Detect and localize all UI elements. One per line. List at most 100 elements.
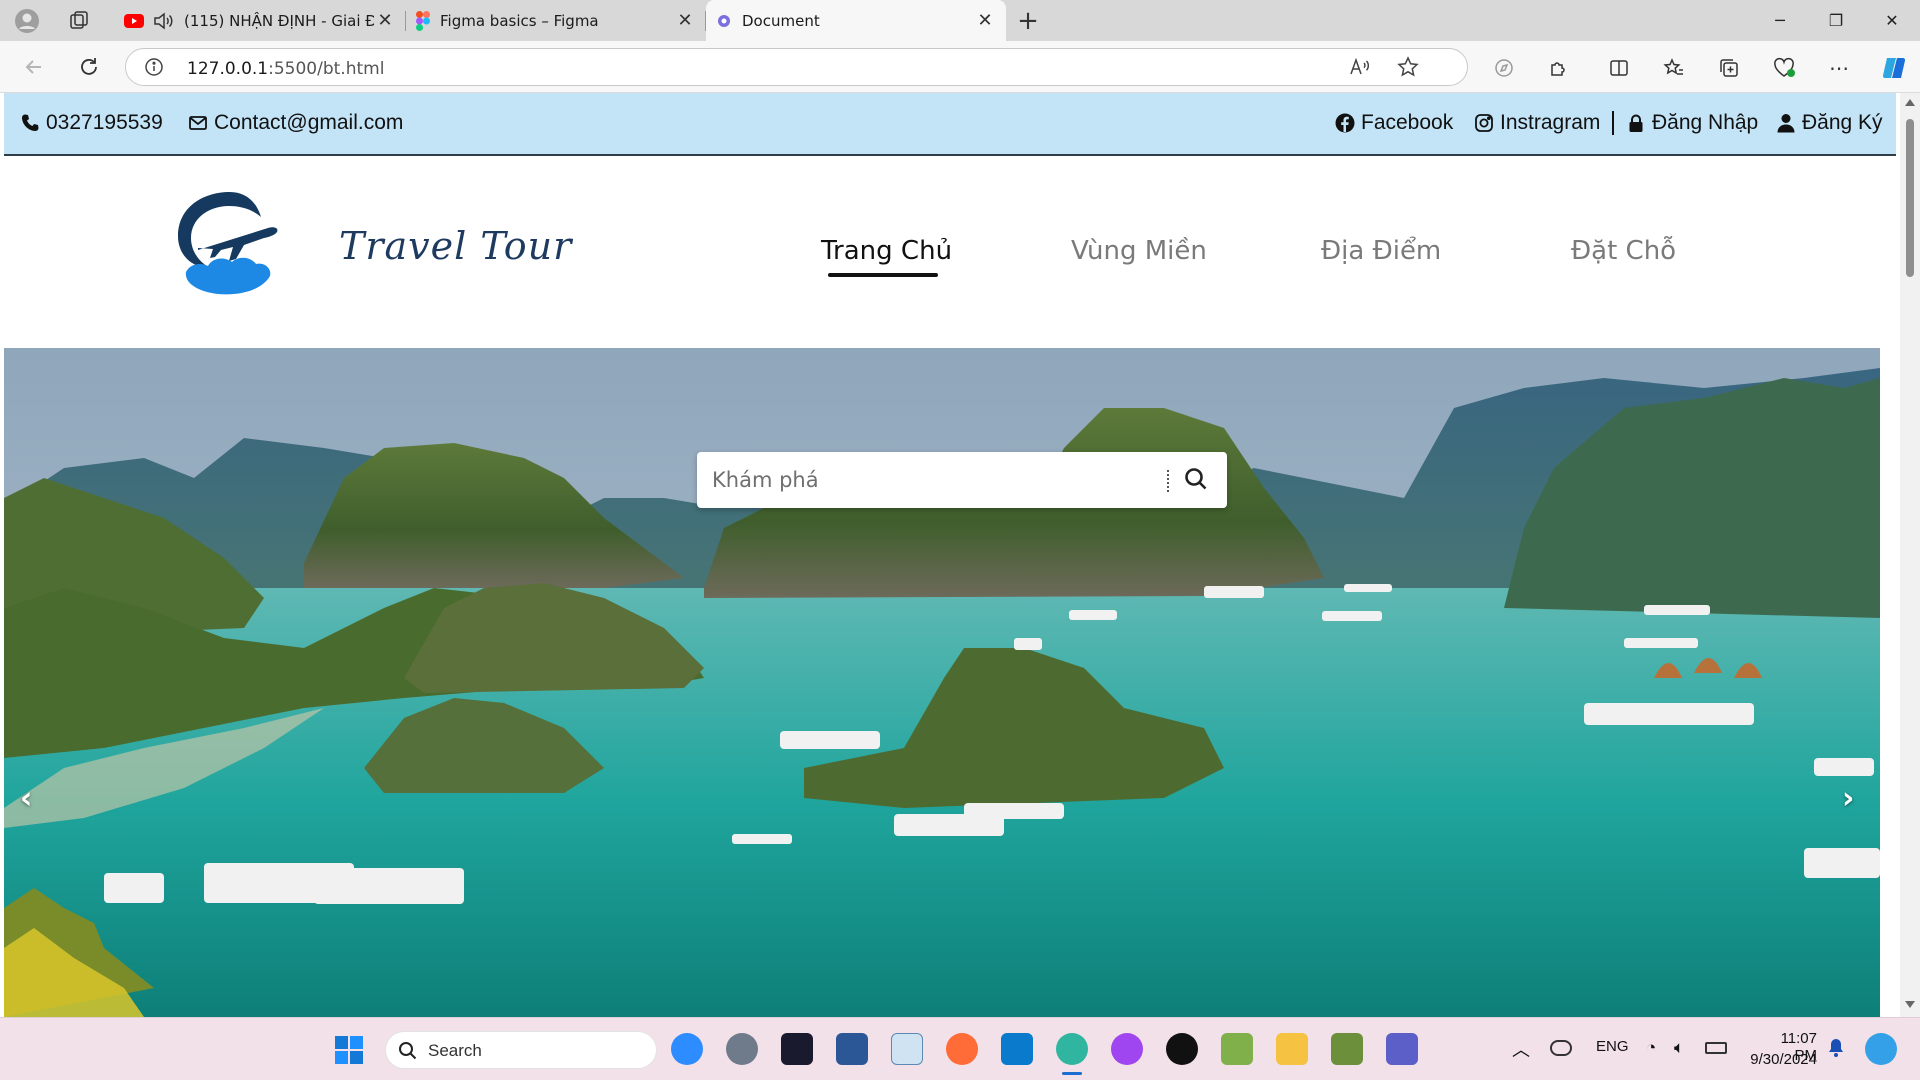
split-screen-icon[interactable]: [1602, 51, 1636, 85]
scroll-up-icon[interactable]: [1905, 99, 1915, 106]
battery-icon[interactable]: [1705, 1042, 1727, 1054]
vscode-app-icon[interactable]: [1001, 1033, 1033, 1065]
copilot-icon[interactable]: [1877, 51, 1911, 85]
language-indicator[interactable]: ENG: [1596, 1038, 1629, 1055]
minimize-icon[interactable]: ─: [1752, 0, 1808, 41]
more-options-icon[interactable]: ⋯: [1822, 51, 1856, 85]
tab-title: Figma basics – Figma: [440, 11, 599, 30]
window-controls: ─ ❐ ✕: [1752, 0, 1920, 41]
extensions-icon[interactable]: [1542, 51, 1576, 85]
clock-date[interactable]: 9/30/2024: [1745, 1051, 1817, 1068]
copilot-tray-icon[interactable]: [1865, 1033, 1897, 1065]
sql-server-app-icon[interactable]: [836, 1033, 868, 1065]
git-app-icon[interactable]: [1331, 1033, 1363, 1065]
nav-trang-chu[interactable]: Trang Chủ: [821, 236, 952, 266]
facebook-label: Facebook: [1361, 111, 1454, 134]
register-label: Đăng Ký: [1802, 111, 1883, 134]
settings-gear-icon[interactable]: [726, 1033, 758, 1065]
back-icon[interactable]: [18, 51, 50, 83]
nav-vung-mien[interactable]: Vùng Miền: [1071, 236, 1207, 266]
page-scrollbar[interactable]: [1900, 93, 1920, 1017]
phone-contact[interactable]: 0327195539: [20, 111, 163, 135]
close-tab-icon[interactable]: ✕: [974, 10, 996, 32]
teams-app-icon[interactable]: [1386, 1033, 1418, 1065]
postman-app-icon[interactable]: [946, 1033, 978, 1065]
image-editor-app-icon[interactable]: [1221, 1033, 1253, 1065]
instagram-icon: [1475, 114, 1493, 132]
page-viewport: 0327195539 Contact@gmail.com Facebook In…: [4, 93, 1900, 1017]
nav-dia-diem[interactable]: Địa Điểm: [1321, 236, 1441, 266]
phone-icon: [22, 114, 39, 131]
speaker-icon[interactable]: [152, 11, 174, 30]
favorite-star-icon[interactable]: [1397, 56, 1419, 78]
favorites-icon[interactable]: [1657, 51, 1691, 85]
close-window-icon[interactable]: ✕: [1864, 0, 1920, 41]
new-tab-button[interactable]: +: [1006, 0, 1050, 41]
onedrive-icon[interactable]: [1550, 1040, 1572, 1056]
topbar-divider: [1612, 111, 1614, 135]
volume-icon[interactable]: 🔈︎: [1674, 1038, 1684, 1058]
hero-search: [697, 452, 1227, 508]
site-info-icon[interactable]: [144, 57, 164, 77]
restore-icon[interactable]: ❐: [1808, 0, 1864, 41]
page-icon: [718, 14, 730, 27]
refresh-icon[interactable]: [73, 51, 105, 83]
email-contact[interactable]: Contact@gmail.com: [188, 111, 403, 135]
tab-document[interactable]: Document ✕: [706, 0, 1006, 41]
address-toolbar: 127.0.0.1:5500/bt.html ⋯: [0, 41, 1920, 93]
read-aloud-icon[interactable]: [1349, 57, 1371, 77]
collections-icon[interactable]: [1712, 51, 1746, 85]
messenger-app-icon[interactable]: [1111, 1033, 1143, 1065]
login-label: Đăng Nhập: [1652, 111, 1759, 134]
show-hidden-icons[interactable]: ︿: [1512, 1036, 1530, 1062]
phone-number: 0327195539: [46, 111, 163, 134]
nav-dat-cho[interactable]: Đặt Chỗ: [1571, 236, 1676, 266]
scrollbar-thumb[interactable]: [1906, 119, 1914, 277]
instagram-label: Instragram: [1500, 111, 1601, 134]
search-input[interactable]: [697, 452, 1167, 508]
browser-essentials-icon[interactable]: [1767, 51, 1801, 85]
prev-slide-button[interactable]: ‹: [20, 781, 32, 816]
file-explorer-icon[interactable]: [1276, 1033, 1308, 1065]
wifi-icon[interactable]: ◔: [1646, 1038, 1656, 1058]
lock-icon: [1629, 114, 1643, 132]
address-bar[interactable]: 127.0.0.1:5500/bt.html: [125, 48, 1468, 86]
visual-studio-app-icon[interactable]: [891, 1033, 923, 1065]
profile-icon[interactable]: [0, 0, 54, 41]
workspaces-icon[interactable]: [54, 0, 104, 41]
contact-topbar: 0327195539 Contact@gmail.com Facebook In…: [4, 93, 1896, 156]
next-slide-button[interactable]: ›: [1842, 781, 1854, 816]
instagram-link[interactable]: Instragram: [1474, 111, 1600, 135]
search-icon: [399, 1042, 417, 1060]
search-icon[interactable]: [1183, 466, 1209, 492]
envelope-icon: [189, 116, 207, 130]
zoom-app-icon[interactable]: [671, 1033, 703, 1065]
active-nav-underline: [828, 273, 938, 277]
brand-name[interactable]: Travel Tour: [339, 224, 572, 268]
facebook-icon: [1335, 113, 1355, 133]
notification-bell-icon[interactable]: [1827, 1038, 1845, 1058]
facebook-link[interactable]: Facebook: [1335, 111, 1453, 135]
register-link[interactable]: Đăng Ký: [1776, 111, 1883, 135]
intellij-app-icon[interactable]: [781, 1033, 813, 1065]
hero-slider: ‹ ›: [4, 348, 1880, 1017]
close-tab-icon[interactable]: ✕: [674, 10, 696, 32]
url-path: :5500/bt.html: [268, 59, 385, 79]
url-text: 127.0.0.1:5500/bt.html: [187, 59, 384, 79]
logo-plane-icon[interactable]: [174, 190, 284, 298]
tab-youtube[interactable]: (115) NHẬN ĐỊNH - Giai Đoạ ✕: [114, 0, 406, 41]
compass-icon[interactable]: [1487, 51, 1521, 85]
halong-bay-image: [4, 348, 1880, 1017]
windows-taskbar: Search ︿ ENG ◔ 🔈︎ 11:07 PM 9/30/2024: [0, 1017, 1920, 1080]
tiktok-app-icon[interactable]: [1166, 1033, 1198, 1065]
taskbar-search[interactable]: Search: [385, 1031, 657, 1069]
edge-app-icon[interactable]: [1056, 1033, 1088, 1065]
close-tab-icon[interactable]: ✕: [374, 10, 396, 32]
youtube-icon: [124, 13, 144, 28]
windows-start-icon[interactable]: [335, 1036, 363, 1064]
scroll-down-icon[interactable]: [1905, 1001, 1915, 1008]
site-header: Travel Tour Trang Chủ Vùng Miền Địa Điểm…: [4, 156, 1896, 348]
user-icon: [1777, 114, 1795, 133]
tab-figma[interactable]: Figma basics – Figma ✕: [406, 0, 706, 41]
login-link[interactable]: Đăng Nhập: [1626, 111, 1758, 135]
